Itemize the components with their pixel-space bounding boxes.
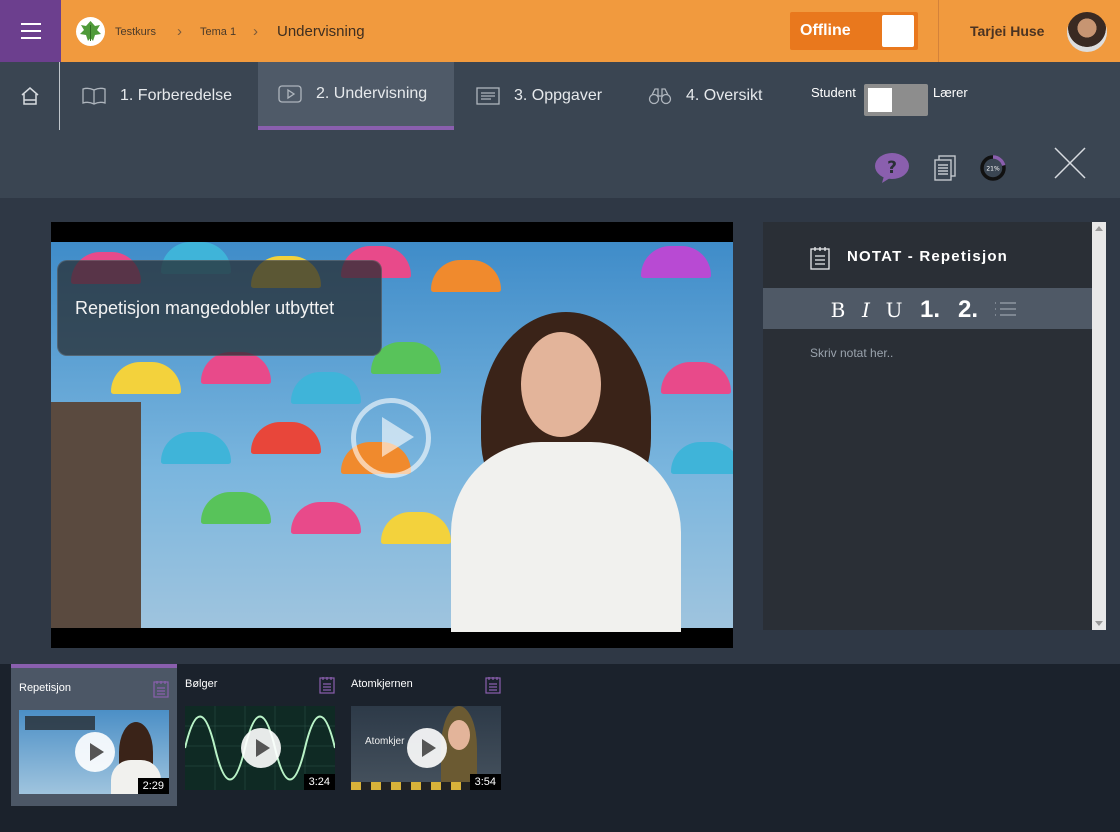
note-input[interactable]: Skriv notat her.. [810, 346, 1070, 360]
video-caption: Repetisjon mangedobler utbyttet [75, 298, 335, 318]
breadcrumb-current: Undervisning [277, 23, 365, 40]
progress-ring-icon: 21% [980, 155, 1006, 181]
play-icon[interactable] [407, 728, 447, 768]
video-thumbnail: 3:24 [185, 706, 335, 790]
document-list-icon [476, 87, 500, 105]
duration: 3:54 [469, 774, 501, 790]
tab-label: 2. Undervisning [316, 85, 428, 102]
tab-undervisning[interactable]: 2. Undervisning [258, 62, 454, 130]
progress-indicator[interactable]: 21% [979, 154, 1007, 182]
tab-oversikt[interactable]: 4. Oversikt [626, 62, 796, 130]
tab-label: 1. Forberedelse [120, 87, 233, 104]
tab-forberedelse[interactable]: 1. Forberedelse [60, 62, 258, 130]
video-thumbnail: 2:29 [19, 710, 169, 794]
scrollbar[interactable] [1092, 222, 1106, 630]
mode-teacher-label: Lærer [933, 85, 968, 100]
thumbnail-text: Atomkjer [365, 736, 405, 747]
top-bar [0, 0, 1120, 62]
video-play-icon [278, 85, 302, 103]
notes-button[interactable] [934, 155, 956, 181]
list-button[interactable] [990, 288, 1020, 329]
list-icon [995, 302, 1016, 316]
play-icon[interactable] [241, 728, 281, 768]
divider [938, 0, 939, 62]
duration: 3:24 [303, 774, 335, 790]
playlist-item[interactable]: Atomkjernen Atomkjer 3:54 [343, 664, 509, 806]
playlist-item[interactable]: Bølger 3:24 [177, 664, 343, 806]
underline-button[interactable]: U [882, 288, 906, 329]
offline-label: Offline [800, 22, 851, 39]
chevron-right-icon: › [177, 23, 182, 40]
help-question-icon: ? [875, 153, 909, 183]
tab-oppgaver[interactable]: 3. Oppgaver [454, 62, 626, 130]
building [51, 402, 141, 628]
progress-label: 21% [986, 166, 1000, 173]
scroll-up-icon[interactable] [1095, 226, 1103, 231]
video-thumbnail: Atomkjer 3:54 [351, 706, 501, 790]
tab-label: 3. Oppgaver [514, 87, 603, 104]
note-icon [810, 246, 830, 275]
close-button[interactable] [1053, 146, 1087, 180]
close-icon [1054, 147, 1086, 179]
toggle-knob [882, 15, 914, 47]
chevron-right-icon: › [253, 23, 258, 40]
svg-text:?: ? [887, 158, 897, 178]
bold-button[interactable]: B [826, 288, 850, 329]
note-icon [485, 677, 501, 694]
hamburger-icon [20, 30, 41, 32]
notes-icon [934, 155, 956, 181]
student-teacher-toggle[interactable] [864, 84, 928, 116]
play-icon[interactable] [75, 732, 115, 772]
playlist-item-title: Atomkjernen [351, 678, 413, 690]
offline-toggle[interactable]: Offline [790, 12, 918, 50]
note-panel [763, 222, 1106, 630]
user-name[interactable]: Tarjei Huse [970, 0, 1044, 62]
playlist-item-title: Repetisjon [19, 682, 71, 694]
logo[interactable] [76, 17, 105, 46]
heading1-button[interactable]: 1. [914, 288, 946, 329]
tab-label: 4. Oversikt [686, 87, 763, 104]
note-title: NOTAT - Repetisjon [847, 248, 1009, 265]
playlist-item[interactable]: Repetisjon 2:29 [11, 664, 177, 806]
binoculars-icon [648, 88, 672, 105]
home-icon [21, 87, 38, 105]
help-button[interactable]: ? [874, 152, 910, 184]
home-button[interactable] [0, 62, 60, 130]
breadcrumb-item-course[interactable]: Testkurs [115, 0, 156, 62]
menu-button[interactable] [0, 0, 61, 62]
note-icon [319, 677, 335, 694]
note-icon [153, 681, 169, 698]
heading2-button[interactable]: 2. [952, 288, 984, 329]
scroll-down-icon[interactable] [1095, 621, 1103, 626]
avatar[interactable] [1067, 12, 1107, 52]
mode-student-label: Student [811, 85, 856, 100]
italic-button[interactable]: I [854, 288, 878, 329]
video-player[interactable]: Repetisjon mangedobler utbyttet [51, 222, 733, 648]
breadcrumb-item-topic[interactable]: Tema 1 [200, 0, 236, 62]
toggle-knob [868, 88, 892, 112]
book-icon [82, 87, 106, 105]
playlist-item-title: Bølger [185, 678, 218, 690]
duration: 2:29 [137, 778, 169, 794]
